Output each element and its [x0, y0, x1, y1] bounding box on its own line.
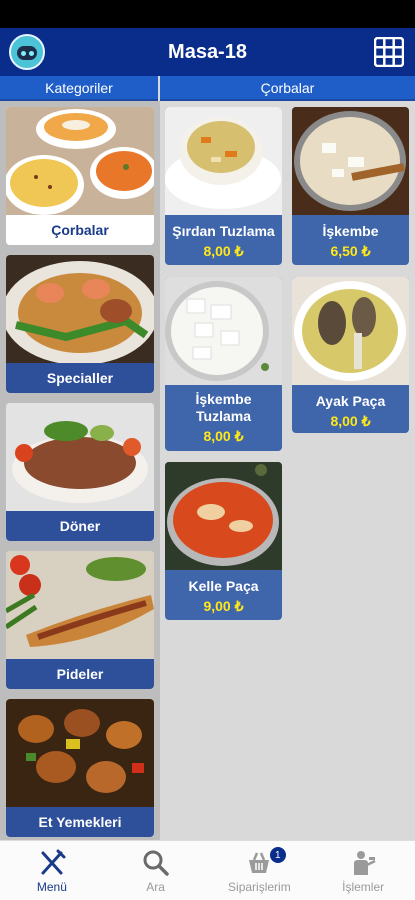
- product-name: Şırdan Tuzlama: [172, 223, 275, 239]
- category-corbalar[interactable]: Çorbalar: [6, 107, 154, 245]
- category-label: Et Yemekleri: [6, 807, 154, 837]
- category-doner[interactable]: Döner: [6, 403, 154, 541]
- nav-label: Menü: [36, 880, 67, 894]
- status-bar: [0, 0, 415, 28]
- product-price: 6,50 ₺: [330, 243, 371, 259]
- product-grid: Şırdan Tuzlama 8,00 ₺ İşkembe 6,50 ₺ İşk…: [160, 101, 415, 840]
- product-name: İşkembe Tuzlama: [195, 391, 252, 424]
- specials-image: [6, 255, 154, 363]
- product-name: Kelle Paça: [188, 578, 259, 594]
- order-count-badge: 1: [269, 847, 286, 863]
- nav-orders[interactable]: 1 Siparişlerim: [208, 841, 312, 900]
- product-image: [165, 462, 282, 570]
- product-price: 8,00 ₺: [203, 428, 244, 444]
- categories-header: Kategoriler: [0, 76, 158, 101]
- category-specialler[interactable]: Specialler: [6, 255, 154, 393]
- product-card[interactable]: Şırdan Tuzlama 8,00 ₺: [165, 107, 282, 265]
- waiter-icon: [354, 851, 376, 875]
- product-card[interactable]: İşkembe 6,50 ₺: [292, 107, 409, 265]
- product-image: [165, 107, 282, 215]
- product-price: 8,00 ₺: [203, 243, 244, 259]
- section-header: Çorbalar: [160, 76, 415, 101]
- robot-avatar-icon[interactable]: [9, 34, 45, 70]
- product-price: 9,00 ₺: [203, 598, 244, 614]
- nav-menu[interactable]: Menü: [0, 841, 104, 900]
- product-image: [292, 277, 409, 385]
- app-bar: Masa-18: [0, 28, 415, 76]
- nav-search[interactable]: Ara: [104, 841, 208, 900]
- meat-dish-image: [6, 699, 154, 807]
- nav-label: Ara: [146, 880, 165, 894]
- page-title: Masa-18: [168, 40, 247, 63]
- product-card[interactable]: İşkembe Tuzlama 8,00 ₺: [165, 277, 282, 451]
- search-icon: [143, 850, 169, 876]
- category-label: Pideler: [6, 659, 154, 689]
- category-label: Specialler: [6, 363, 154, 393]
- category-label: Çorbalar: [6, 215, 154, 245]
- nav-label: Siparişlerim: [228, 880, 291, 894]
- category-pideler[interactable]: Pideler: [6, 551, 154, 689]
- bottom-navigation: Menü Ara 1 Siparişlerim İşlemler: [0, 840, 415, 900]
- soup-bowls-image: [6, 107, 154, 215]
- grid-icon[interactable]: [373, 36, 405, 68]
- fork-knife-icon: [41, 849, 66, 875]
- product-price: 8,00 ₺: [330, 413, 371, 429]
- nav-label: İşlemler: [342, 880, 385, 894]
- product-image: [165, 277, 282, 385]
- product-card[interactable]: Ayak Paça 8,00 ₺: [292, 277, 409, 433]
- doner-image: [6, 403, 154, 511]
- nav-operations[interactable]: İşlemler: [311, 841, 415, 900]
- product-card[interactable]: Kelle Paça 9,00 ₺: [165, 462, 282, 620]
- product-name: İşkembe: [322, 223, 379, 239]
- product-image: [292, 107, 409, 215]
- category-label: Döner: [6, 511, 154, 541]
- product-name: Ayak Paça: [315, 393, 386, 409]
- pide-image: [6, 551, 154, 659]
- category-sidebar[interactable]: Çorbalar Specialler Döner Pideler Et Yem…: [0, 101, 160, 840]
- category-et-yemekleri[interactable]: Et Yemekleri: [6, 699, 154, 837]
